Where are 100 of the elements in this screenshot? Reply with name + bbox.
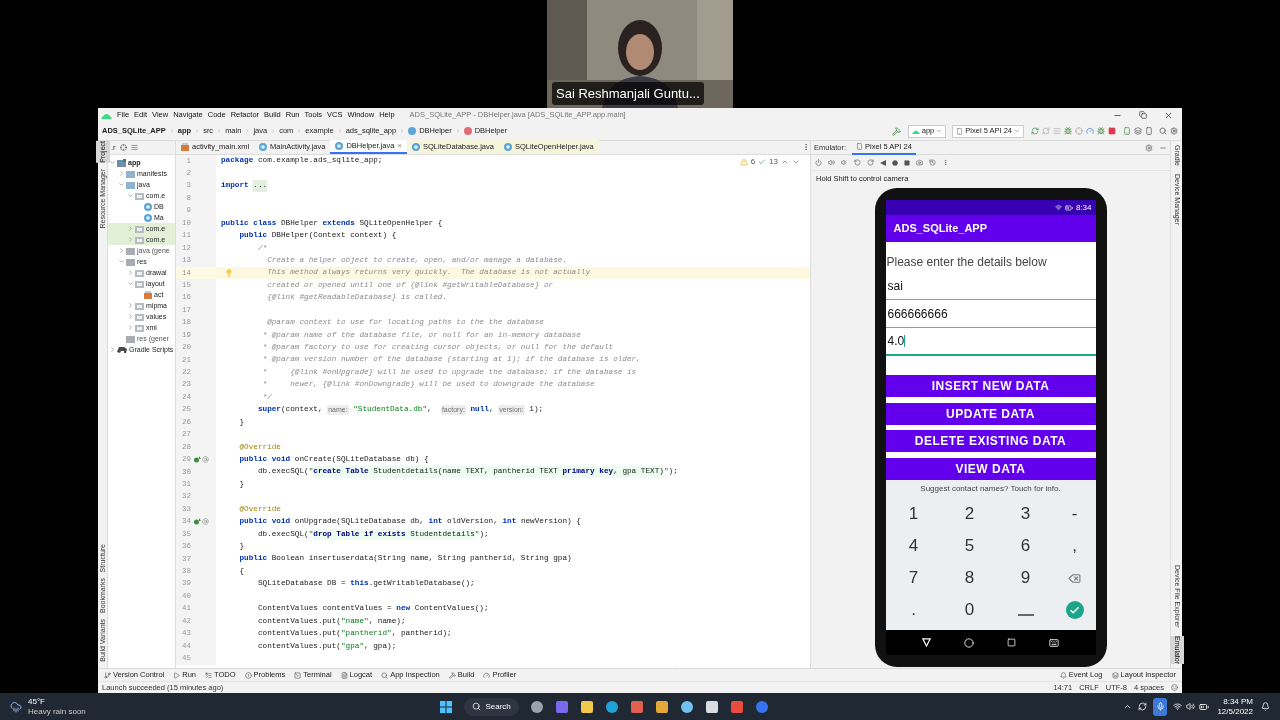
chevron-down-icon[interactable] — [792, 158, 800, 166]
taskbar-app-icon[interactable] — [654, 699, 669, 714]
document-icon[interactable] — [340, 671, 348, 679]
at-sign-icon[interactable] — [202, 518, 209, 526]
stop-icon[interactable] — [1108, 127, 1116, 135]
play-icon[interactable] — [173, 671, 181, 679]
list-icon[interactable] — [205, 671, 213, 679]
rerun-icon[interactable] — [1031, 127, 1039, 135]
chevron-right-icon[interactable] — [117, 170, 125, 177]
collapse-icon[interactable] — [130, 144, 138, 151]
chevron-right-icon[interactable] — [126, 324, 134, 331]
chevron-right-icon[interactable] — [126, 313, 134, 320]
keyboard-key[interactable]: 8 — [964, 565, 975, 591]
suggestion-strip[interactable]: Suggest contact names? Touch for info. — [885, 480, 1096, 498]
layers-icon[interactable] — [1111, 671, 1119, 679]
taskbar-search[interactable]: Search — [464, 697, 519, 716]
gauge-icon[interactable] — [483, 671, 491, 679]
settings-icon[interactable] — [1145, 143, 1153, 152]
alert-icon[interactable] — [244, 671, 252, 679]
keyboard-key[interactable]: 0 — [964, 597, 975, 623]
search-icon[interactable] — [1159, 127, 1167, 135]
taskbar-app-icon[interactable] — [704, 699, 719, 714]
search-icon[interactable] — [381, 671, 389, 679]
action-button[interactable]: INSERT NEW DATA — [885, 375, 1096, 397]
taskbar-app-icon[interactable] — [529, 699, 544, 714]
layers-icon[interactable] — [1134, 127, 1142, 135]
debug-icon[interactable] — [1064, 127, 1072, 135]
text-field[interactable]: 666666666 — [885, 300, 1096, 328]
wifi-icon[interactable] — [1173, 702, 1183, 711]
keyboard-key[interactable]: 4 — [908, 533, 919, 559]
camera-icon[interactable] — [916, 159, 923, 166]
chevron-down-icon[interactable] — [108, 159, 116, 166]
weather-icon[interactable] — [10, 700, 22, 713]
keyboard-key[interactable]: 3 — [1020, 501, 1031, 527]
lines-icon[interactable] — [1053, 127, 1061, 135]
check-icon[interactable] — [758, 158, 767, 166]
keyboard-key[interactable]: 7 — [908, 565, 919, 591]
clock-time[interactable]: 8:34 PM — [1223, 696, 1253, 707]
chevron-right-icon[interactable] — [126, 236, 134, 243]
volume-up-icon[interactable] — [828, 159, 835, 166]
chevron-down-icon[interactable] — [126, 280, 134, 287]
chevron-up-icon[interactable] — [1123, 702, 1133, 711]
text-field[interactable]: 4.0 — [885, 328, 1096, 356]
keyboard-key[interactable]: 5 — [964, 533, 975, 559]
text-field[interactable]: sai — [885, 272, 1096, 300]
branch-icon[interactable] — [104, 671, 111, 679]
chevron-down-icon[interactable] — [117, 258, 125, 265]
taskbar-app-icon[interactable] — [679, 699, 694, 714]
taskbar-app-icon[interactable] — [604, 699, 619, 714]
rotate-left-icon[interactable] — [854, 159, 861, 166]
hammer-icon[interactable] — [448, 671, 456, 679]
keyboard-key[interactable]: 1 — [908, 501, 919, 527]
close-icon[interactable] — [1164, 110, 1173, 120]
action-button[interactable]: VIEW DATA — [885, 457, 1096, 480]
clock-date[interactable]: 12/5/2022 — [1217, 706, 1253, 717]
chevron-down-icon[interactable] — [117, 181, 125, 188]
override-icon[interactable] — [194, 518, 201, 526]
keyboard-key[interactable]: 2 — [964, 501, 975, 527]
action-button[interactable]: DELETE EXISTING DATA — [885, 430, 1096, 452]
hammer-icon[interactable] — [891, 126, 901, 136]
chevron-down-icon[interactable] — [126, 192, 134, 199]
locate-icon[interactable] — [119, 144, 127, 151]
back-icon[interactable] — [922, 638, 931, 647]
power-icon[interactable] — [815, 159, 822, 166]
override-icon[interactable] — [194, 456, 201, 464]
volume-down-icon[interactable] — [841, 159, 848, 166]
snapshot-icon[interactable] — [929, 159, 936, 166]
restore-icon[interactable] — [1139, 111, 1147, 119]
sync-icon[interactable] — [1138, 702, 1148, 711]
chevron-right-icon[interactable] — [117, 247, 125, 254]
device-manager-icon[interactable] — [1123, 127, 1131, 135]
chevron-right-icon[interactable] — [108, 346, 116, 353]
chevron-right-icon[interactable] — [126, 302, 134, 309]
bug-icon[interactable] — [1097, 127, 1105, 135]
more-icon[interactable] — [802, 143, 810, 151]
chevron-right-icon[interactable] — [126, 269, 134, 276]
warning-icon[interactable] — [739, 158, 748, 166]
terminal-icon[interactable] — [294, 671, 302, 679]
keyboard-key[interactable]: , — [1072, 533, 1077, 559]
overview-icon[interactable] — [904, 159, 910, 166]
keyboard-key[interactable]: - — [1071, 501, 1078, 527]
keyboard-key[interactable]: 9 — [1020, 565, 1031, 591]
rotate-right-icon[interactable] — [867, 159, 874, 166]
taskbar-app-icon[interactable] — [579, 699, 594, 714]
battery-icon[interactable] — [1199, 701, 1210, 712]
mic-button[interactable] — [1153, 697, 1168, 716]
start-icon[interactable] — [440, 700, 453, 713]
home-icon[interactable] — [892, 159, 898, 166]
keyboard-icon[interactable] — [1049, 637, 1059, 648]
phone-icon[interactable] — [1145, 127, 1153, 135]
at-sign-icon[interactable] — [202, 456, 209, 464]
action-button[interactable]: UPDATE DATA — [885, 402, 1096, 425]
keyboard-key[interactable]: 6 — [1020, 533, 1031, 559]
tab-close[interactable]: × — [397, 140, 403, 152]
settings-icon[interactable] — [1170, 127, 1178, 135]
chevron-right-icon[interactable] — [126, 225, 134, 232]
backspace-icon[interactable] — [1068, 571, 1081, 585]
volume-icon[interactable] — [1186, 702, 1196, 711]
bell-icon[interactable] — [1059, 671, 1067, 679]
notification-icon[interactable] — [1261, 702, 1270, 711]
